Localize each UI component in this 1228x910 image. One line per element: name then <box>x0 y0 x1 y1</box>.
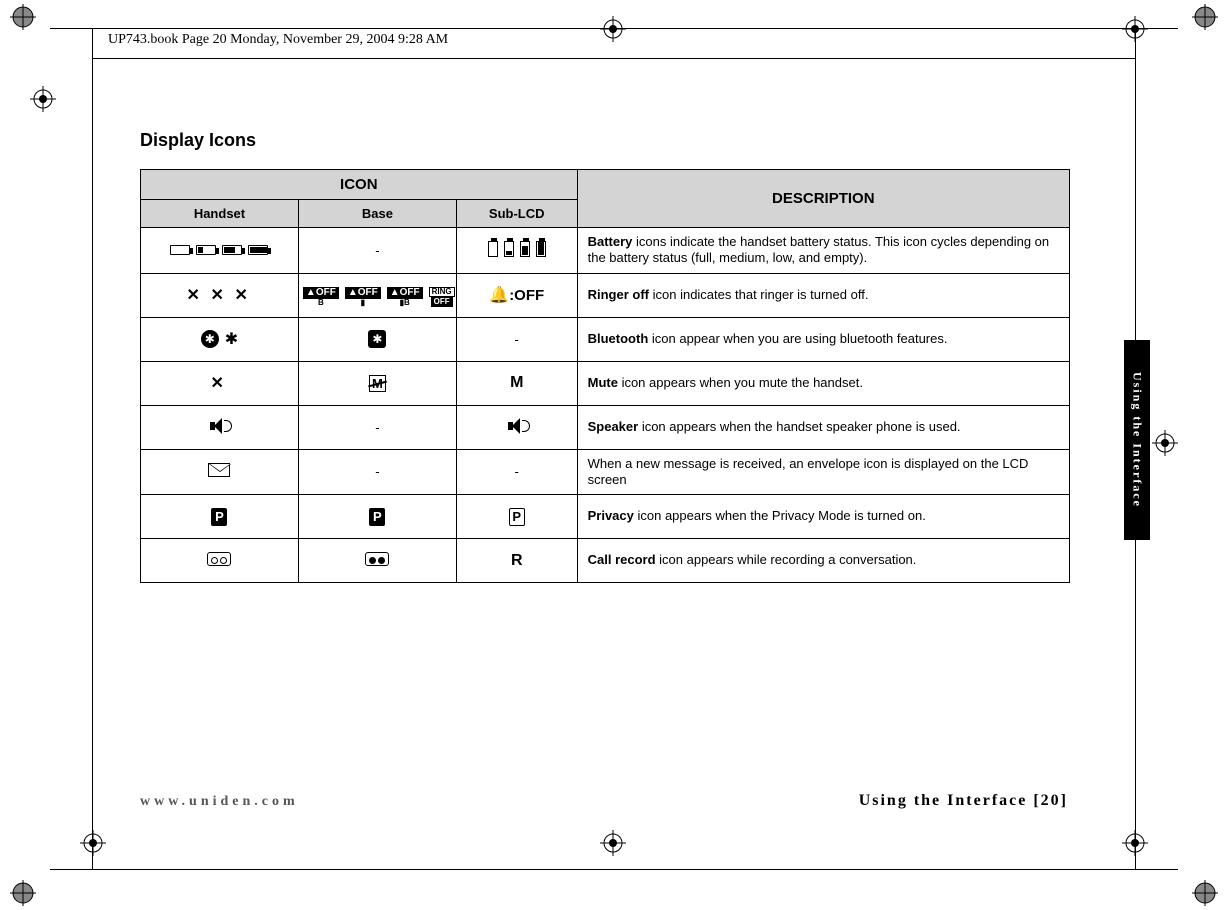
message-handset-icon <box>141 449 299 495</box>
cassette-solid-icon <box>365 552 389 566</box>
mute-handset-icon <box>141 361 299 405</box>
privacy-p-outline-icon: P <box>509 508 525 526</box>
crop-line <box>50 869 1178 870</box>
battery-handset-icons <box>141 228 299 274</box>
battery-medium-icon <box>222 245 242 255</box>
subcol-base: Base <box>298 200 456 228</box>
privacy-base-icon: P <box>298 495 456 539</box>
registration-mark-icon <box>10 4 36 30</box>
message-description: When a new message is received, an envel… <box>577 449 1069 495</box>
registration-mark-icon <box>600 16 626 42</box>
battery-full-icon <box>248 245 268 255</box>
privacy-description: Privacy icon appears when the Privacy Mo… <box>577 495 1069 539</box>
framemaker-header: UP743.book Page 20 Monday, November 29, … <box>108 32 448 48</box>
cassette-icon <box>207 552 231 566</box>
record-description: Call record icon appears while recording… <box>577 539 1069 583</box>
display-icons-table: ICON DESCRIPTION Handset Base Sub-LCD <box>140 169 1070 583</box>
bluetooth-base-badge-icon: ✱ <box>368 330 386 348</box>
mute-m-strike-icon: M <box>369 375 386 392</box>
bluetooth-sublcd-dash: - <box>456 317 577 361</box>
table-row: ▲OFFB ▲OFF▮ ▲OFF▮B RINGOFF 🔔:OFF Ringer … <box>141 273 1070 317</box>
ringer-off-variant-icon <box>210 285 228 303</box>
speaker-handset-icon <box>141 405 299 449</box>
privacy-p-solid-icon: P <box>211 508 227 526</box>
table-row: - - When a new message is received, an e… <box>141 449 1070 495</box>
table-row: P P P Privacy icon appears when the Priv… <box>141 495 1070 539</box>
battery-sublcd-icons <box>456 228 577 274</box>
ring-off-box-icon: RINGOFF <box>429 287 455 307</box>
footer-url: www.uniden.com <box>140 794 299 810</box>
mute-m-icon: M <box>510 374 523 391</box>
ringer-description: Ringer off icon indicates that ringer is… <box>577 273 1069 317</box>
bell-icon: 🔔 <box>489 287 509 304</box>
crop-line <box>92 28 93 870</box>
ringer-off-variant-icon <box>234 285 252 303</box>
section-tab: Using the Interface <box>1124 340 1150 540</box>
record-r-icon: R <box>511 552 523 569</box>
registration-mark-icon <box>10 880 36 906</box>
subcol-sublcd: Sub-LCD <box>456 200 577 228</box>
record-sublcd-icon: R <box>456 539 577 583</box>
registration-mark-icon <box>80 830 106 856</box>
crop-line <box>50 28 1178 29</box>
envelope-icon <box>208 463 230 477</box>
bell-off-b-icon: ▲OFFB <box>303 287 339 307</box>
speaker-sublcd-icon <box>456 405 577 449</box>
bluetooth-base-icon: ✱ <box>298 317 456 361</box>
bluetooth-outline-icon: ✱ <box>225 329 238 349</box>
battery-v-empty-icon <box>488 241 498 257</box>
battery-description: Battery icons indicate the handset batte… <box>577 228 1069 274</box>
table-row: ✱ ✱ ✱ - Bluetooth icon appear when you a… <box>141 317 1070 361</box>
record-handset-icon <box>141 539 299 583</box>
bell-off-h-icon: ▲OFF▮ <box>345 287 381 307</box>
registration-mark-icon <box>600 830 626 856</box>
ringer-off-variant-icon <box>186 285 204 303</box>
message-base-dash: - <box>298 449 456 495</box>
battery-v-full-icon <box>536 241 546 257</box>
speaker-icon <box>508 418 526 434</box>
registration-mark-icon <box>1152 430 1178 456</box>
record-base-icon <box>298 539 456 583</box>
registration-mark-icon <box>30 86 56 112</box>
mute-base-icon: M <box>298 361 456 405</box>
speaker-description: Speaker icon appears when the handset sp… <box>577 405 1069 449</box>
registration-mark-icon <box>1192 880 1218 906</box>
ringer-sublcd-icon: 🔔:OFF <box>456 273 577 317</box>
footer-page: Using the Interface [20] <box>859 792 1068 810</box>
privacy-p-solid-icon: P <box>369 508 385 526</box>
battery-v-low-icon <box>504 241 514 257</box>
ringer-base-icons: ▲OFFB ▲OFF▮ ▲OFF▮B RINGOFF <box>298 273 456 317</box>
section-title: Display Icons <box>140 130 1070 151</box>
battery-base-dash: - <box>298 228 456 274</box>
table-row: R Call record icon appears while recordi… <box>141 539 1070 583</box>
bluetooth-description: Bluetooth icon appear when you are using… <box>577 317 1069 361</box>
table-row: - Battery icons indicate the handset bat… <box>141 228 1070 274</box>
battery-empty-icon <box>170 245 190 255</box>
col-icon: ICON <box>141 170 578 200</box>
crop-line <box>92 58 1136 59</box>
mute-sublcd-icon: M <box>456 361 577 405</box>
privacy-sublcd-icon: P <box>456 495 577 539</box>
bluetooth-solid-icon: ✱ <box>201 330 219 348</box>
mute-description: Mute icon appears when you mute the hand… <box>577 361 1069 405</box>
ringer-handset-icons <box>141 273 299 317</box>
battery-low-icon <box>196 245 216 255</box>
table-row: - Speaker icon appears when the handset … <box>141 405 1070 449</box>
speaker-base-dash: - <box>298 405 456 449</box>
registration-mark-icon <box>1192 4 1218 30</box>
message-sublcd-dash: - <box>456 449 577 495</box>
table-row: M M Mute icon appears when you mute the … <box>141 361 1070 405</box>
page-content: Display Icons ICON DESCRIPTION Handset B… <box>140 130 1070 583</box>
battery-v-medium-icon <box>520 241 530 257</box>
speaker-icon <box>210 418 228 434</box>
mic-mute-icon <box>210 373 228 391</box>
subcol-handset: Handset <box>141 200 299 228</box>
col-description: DESCRIPTION <box>577 170 1069 228</box>
bluetooth-handset-icons: ✱ ✱ <box>141 317 299 361</box>
bell-off-hb-icon: ▲OFF▮B <box>387 287 423 307</box>
privacy-handset-icon: P <box>141 495 299 539</box>
